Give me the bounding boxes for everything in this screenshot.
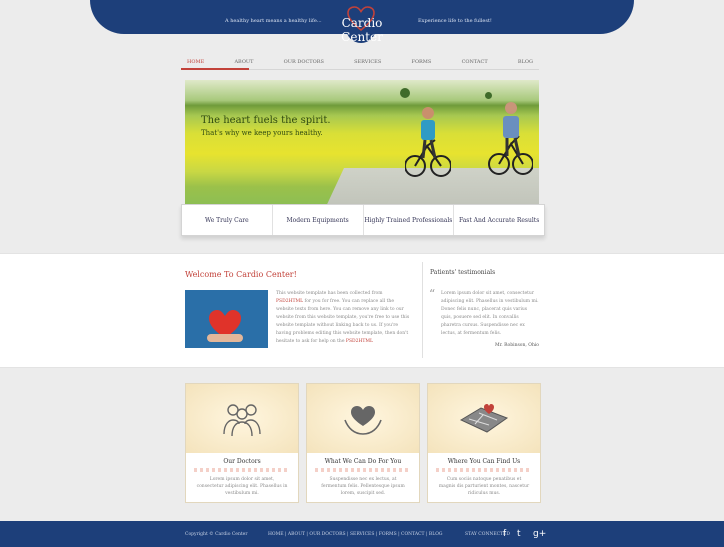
heart-in-hands-icon [185,290,268,348]
header-tagline-right: Experience life to the fullest! [418,18,492,24]
footer-links[interactable]: HOME | ABOUT | OUR DOCTORS | SERVICES | … [268,532,443,537]
card-image [186,384,298,453]
card-text: Cum sociis natoque penatibus et magnis d… [438,477,530,496]
welcome-text-part: This website template has been collected… [276,291,383,296]
feature-item[interactable]: We Truly Care [182,205,273,235]
feature-item[interactable]: Modern Equipments [273,205,364,235]
card-divider [315,468,411,472]
man-cyclist-image [488,102,533,175]
card-title: What We Can Do For You [324,458,402,465]
facebook-icon[interactable]: f [503,529,513,539]
card-divider [436,468,532,472]
brand-name: Cardio Center [341,16,383,44]
card-our-doctors[interactable]: Our Doctors Lorem ipsum dolor sit amet, … [185,383,299,503]
woman-cyclist-image [405,107,451,177]
features-bar: We Truly Care Modern Equipments Highly T… [181,204,545,236]
nav-item-services[interactable]: SERVICES [348,57,387,67]
card-title: Our Doctors [223,458,261,465]
heart-hands-icon [344,405,382,435]
card-text: Suspendisse nec ex lectus, at fermentum … [321,477,405,496]
doctors-icon [223,403,261,436]
welcome-text: This website template has been collected… [276,290,410,346]
hero-title: The heart fuels the spirit. [201,115,331,126]
card-image [307,384,419,453]
quote-icon: “ [429,287,436,301]
testimonial-author: Mr. Robinson, Ohio [495,343,539,348]
hero-banner: The heart fuels the spirit. That's why w… [185,80,539,207]
card-image [428,384,540,453]
welcome-link[interactable]: PSD2HTML [346,339,373,344]
nav-item-contact[interactable]: CONTACT [456,57,494,67]
feature-item[interactable]: Highly Trained Professionals [364,205,455,235]
testimonial-text: Lorem ipsum dolor sit amet, consectetur … [441,291,539,336]
doctor-heart-image [185,290,268,348]
feature-item[interactable]: Fast And Accurate Results [454,205,544,235]
header-tagline-left: A healthy heart means a healthy life... [225,18,322,24]
testimonials-title: Patients' testimonials [430,269,496,276]
welcome-title: Welcome To Cardio Center! [185,270,297,279]
welcome-text-part: for you for free. You can replace all th… [276,299,410,344]
card-where-to-find[interactable]: Where You Can Find Us Cum sociis natoque… [427,383,541,503]
card-divider [194,468,290,472]
nav-item-forms[interactable]: FORMS [405,57,437,67]
column-divider [422,262,423,358]
nav-item-about[interactable]: ABOUT [228,57,259,67]
logo[interactable]: Cardio Center [320,6,404,44]
footer-copyright: Copyright © Cardio Center [185,532,248,537]
hero-tree [400,88,410,98]
card-title: Where You Can Find Us [447,458,521,465]
nav-item-our-doctors[interactable]: OUR DOCTORS [278,57,330,67]
nav-item-home[interactable]: HOME [181,57,210,67]
map-icon [459,403,509,433]
hero-subtitle: That's why we keep yours healthy. [201,129,323,137]
welcome-link[interactable]: PSD2HTML [276,299,303,304]
footer: Copyright © Cardio Center HOME | ABOUT |… [0,521,724,547]
nav-item-blog[interactable]: BLOG [512,57,539,67]
googleplus-icon[interactable]: g+ [533,529,546,539]
main-nav: HOME ABOUT OUR DOCTORS SERVICES FORMS CO… [181,54,539,70]
card-text: Lorem ipsum dolor sit amet, consectetur … [196,477,288,496]
twitter-icon[interactable]: t [517,529,527,539]
card-what-we-can-do[interactable]: What We Can Do For You Suspendisse nec e… [306,383,420,503]
